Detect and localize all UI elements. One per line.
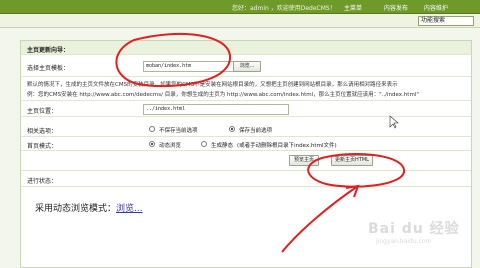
option-static: 生成静态 [211,143,234,149]
preview-home-button[interactable]: 预览主页 [289,155,319,166]
status-message: 采用动态浏览模式：浏览... [35,201,143,214]
radio-dont-save[interactable] [149,126,155,132]
nav-main-menu[interactable]: 主菜单 [344,3,382,12]
status-row: 进行状态： [21,171,471,187]
panel-header: 主页更新向导： [21,41,471,55]
sub-bar: 功能搜索 [0,14,480,28]
watermark-logo: Bai du 经验 [368,221,460,237]
mode-hint: (或者手动删除根目录下index.html文件) [237,143,337,149]
nav-content-maintain[interactable]: 内容维护 [424,3,462,12]
related-label: 相关选项： [27,128,58,135]
buttons-row: 预览主页 更新主页HTML [21,151,471,171]
position-input[interactable]: ../index.html [143,104,289,115]
nav-content-publish[interactable]: 内容发布 [384,3,422,12]
radio-dynamic[interactable] [149,141,155,147]
mode-row: 首页模式： 动态浏览 生成静态 (或者手动删除根目录下index.html文件) [21,137,471,151]
notice-text-2: 例：您的CMS安装在 http://www.abc.com/dedecms/ 目… [27,92,419,98]
option-save: 保存当前选项 [239,128,273,134]
browse-link[interactable]: 浏览... [116,204,143,214]
status-text: 采用动态浏览模式： [35,204,117,214]
browse-button[interactable]: 浏览... [233,61,261,72]
template-row: 选择主页模板： moban/index.htm 浏览... [21,55,471,77]
related-row: 相关选项： 不保存当前选项 保存当前选项 [21,121,471,137]
function-search-select[interactable]: 功能搜索 [418,16,474,26]
update-home-html-button[interactable]: 更新主页HTML [331,155,373,166]
notice-row: 默认的情况下，生成的主页文件放在CMS的安装目录，如果您的CMS不是安装在网站根… [21,77,471,101]
option-dynamic: 动态浏览 [159,143,182,149]
position-label: 主页位置： [27,108,58,115]
position-row: 主页位置： ../index.html [21,101,471,117]
watermark-url: jingyan.baidu.com [376,238,432,245]
section-title: 主页更新向导： [27,47,70,54]
option-dont-save: 不保存当前选项 [159,128,198,134]
template-input[interactable]: moban/index.htm [143,61,247,72]
top-nav: 主菜单 内容发布 内容维护 [344,3,462,12]
notice-text-1: 默认的情况下，生成的主页文件放在CMS的安装目录，如果您的CMS不是安装在网站根… [27,82,398,88]
mode-label: 首页模式： [27,143,58,150]
status-label: 进行状态： [27,178,58,185]
template-label: 选择主页模板： [27,65,70,72]
radio-save[interactable] [229,126,235,132]
radio-static[interactable] [201,141,207,147]
top-bar: 您好：admin ，欢迎使用DedeCMS！ 主菜单 内容发布 内容维护 [0,0,480,14]
welcome-text: 您好：admin ，欢迎使用DedeCMS！ [232,5,336,12]
